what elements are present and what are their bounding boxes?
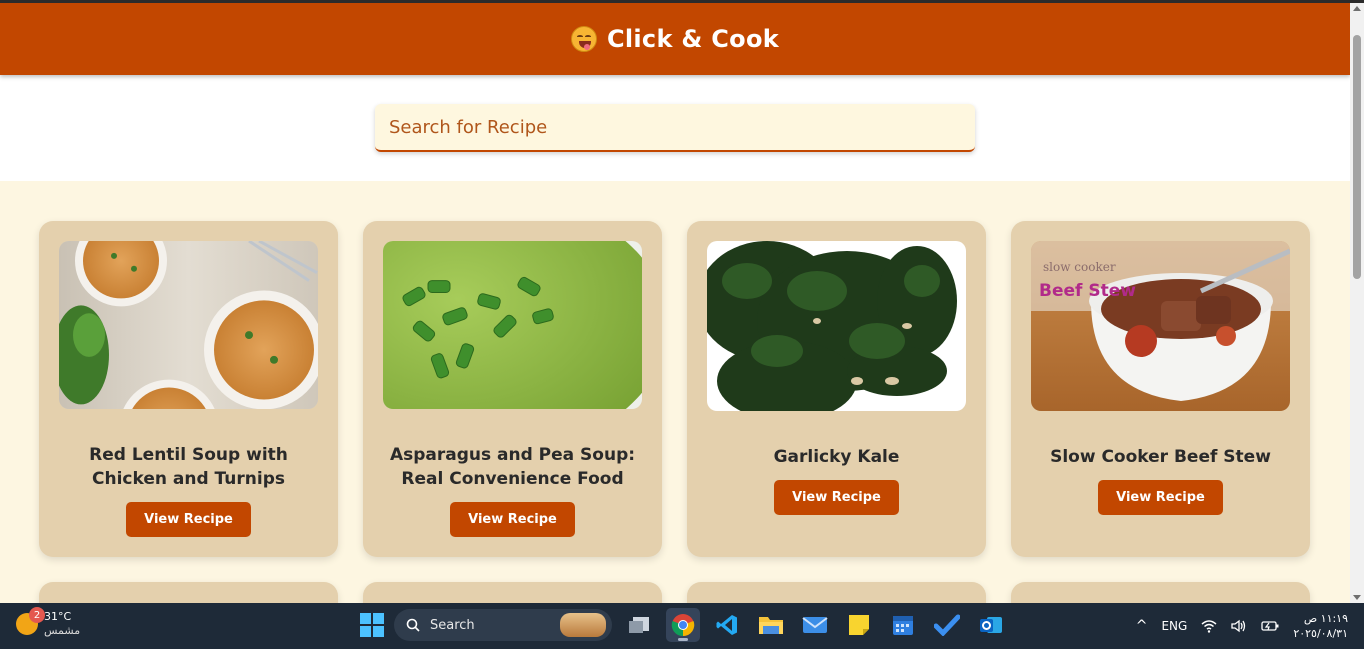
site-title: Click & Cook [606,25,780,53]
weather-temperature: 31°C [44,610,72,623]
svg-text:Beef Stew: Beef Stew [1039,281,1136,301]
sun-weather-icon: 2 [16,607,45,635]
clock-time: ١١:١٩ ص [1303,612,1348,625]
system-tray: ^ ENG ١١:١٩ ص ٢٠٢٥/٠٨/٣١ [1136,603,1364,649]
recipe-title: Garlicky Kale [773,447,900,467]
show-hidden-icons-chevron-icon[interactable]: ^ [1136,618,1148,634]
search-section: Search for Recipe [0,75,1350,181]
view-recipe-button[interactable]: View Recipe [450,502,575,537]
view-recipe-button[interactable]: View Recipe [126,502,251,537]
recipe-card: Garlicky Kale View Recipe [687,221,986,557]
battery-icon[interactable] [1261,619,1279,633]
sticky-notes-icon[interactable] [842,608,876,642]
system-clock[interactable]: ١١:١٩ ص ٢٠٢٥/٠٨/٣١ [1293,611,1348,641]
recipe-card: slow cooker Beef Stew Slow Cooker Beef S… [1011,221,1310,557]
wifi-icon[interactable] [1201,619,1217,633]
view-recipe-button[interactable]: View Recipe [1098,480,1223,515]
search-icon [406,618,420,632]
clock-date: ٢٠٢٥/٠٨/٣١ [1293,627,1348,640]
outlook-icon[interactable] [974,608,1008,642]
volume-icon[interactable] [1231,619,1247,633]
taskbar-apps: Search [360,608,1008,642]
page-scrollbar[interactable] [1350,3,1364,603]
windows-taskbar: 2 31°C مشمس Search ^ ENG ١١:١٩ ص ٢٠٢٥/٠٨… [0,603,1364,649]
recipe-image-kale [707,241,966,411]
file-explorer-icon[interactable] [754,608,788,642]
mail-icon[interactable] [798,608,832,642]
language-indicator[interactable]: ENG [1161,619,1187,633]
notification-badge: 2 [29,607,45,623]
chrome-icon[interactable] [666,608,700,642]
scrollbar-thumb[interactable] [1353,35,1361,279]
calendar-icon[interactable] [886,608,920,642]
recipe-image-beef-stew: slow cooker Beef Stew [1031,241,1290,411]
recipe-card: Red Lentil Soup with Chicken and Turnips… [39,221,338,557]
recipe-grid: Red Lentil Soup with Chicken and Turnips… [0,181,1350,603]
recipe-search-input[interactable]: Search for Recipe [375,104,975,152]
savoring-food-emoji-icon [570,26,597,52]
recipe-card [1011,582,1310,603]
recipe-card: Asparagus and Pea Soup: Real Convenience… [363,221,662,557]
site-header: Click & Cook [0,3,1350,75]
scroll-down-arrow-icon[interactable] [1353,595,1361,600]
recipe-card [363,582,662,603]
taskbar-search-label: Search [430,617,475,633]
search-highlight-image [560,613,606,637]
recipe-image-pea-soup [383,241,642,410]
recipe-card [39,582,338,603]
svg-text:slow cooker: slow cooker [1043,260,1116,274]
weather-condition: مشمس [44,624,81,637]
browser-page: Click & Cook Search for Recipe Red Lenti… [0,3,1350,603]
recipe-title: Slow Cooker Beef Stew [1050,447,1271,467]
recipe-image-lentil-soup [59,241,318,410]
scroll-up-arrow-icon[interactable] [1353,6,1361,11]
vscode-icon[interactable] [710,608,744,642]
task-view-icon[interactable] [622,608,656,642]
recipe-title: Asparagus and Pea Soup: Real Convenience… [389,445,636,490]
recipe-title: Red Lentil Soup with Chicken and Turnips [89,445,288,490]
weather-widget[interactable]: 2 31°C مشمس [16,607,81,638]
windows-start-icon[interactable] [360,613,384,637]
todo-icon[interactable] [930,608,964,642]
taskbar-search[interactable]: Search [394,609,612,641]
recipe-card [687,582,986,603]
view-recipe-button[interactable]: View Recipe [774,480,899,515]
